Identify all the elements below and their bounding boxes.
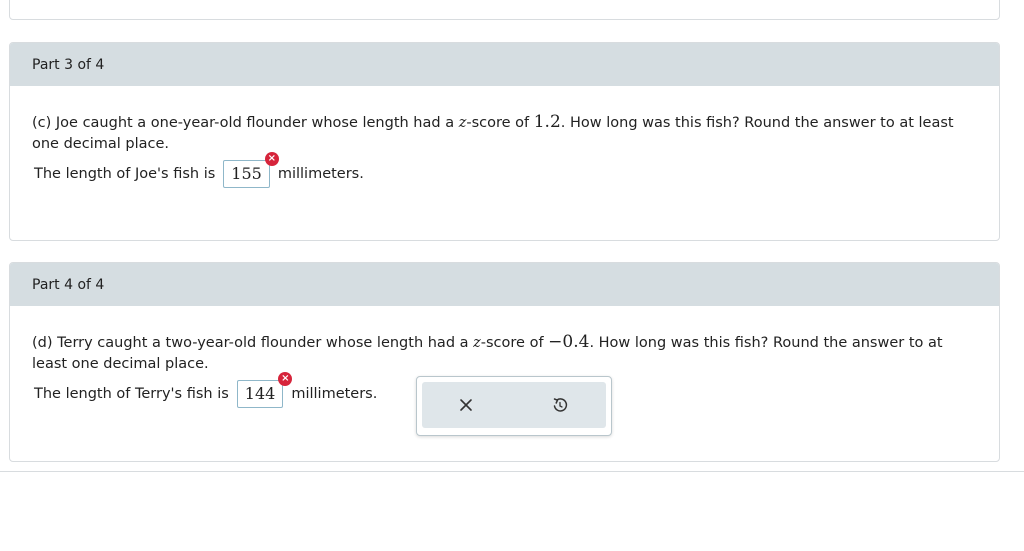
part3-z-value: 1.2 bbox=[533, 112, 561, 132]
previous-part-card bbox=[9, 0, 1000, 20]
part3-question: (c) Joe caught a one-year-old flounder w… bbox=[32, 112, 962, 155]
part3-answer-row: The length of Joe's fish is 155 × millim… bbox=[34, 152, 364, 188]
part4-answer-row: The length of Terry's fish is 144 × mill… bbox=[34, 372, 378, 408]
reset-button[interactable] bbox=[530, 382, 590, 428]
divider bbox=[0, 471, 1024, 472]
part4-answer-value: 144 bbox=[244, 384, 276, 403]
part4-question-mid: -score of bbox=[480, 335, 549, 351]
undo-icon bbox=[553, 398, 568, 412]
part3-header: Part 3 of 4 bbox=[10, 43, 999, 86]
part4-z-value: −0.4 bbox=[548, 332, 590, 352]
part3-answer-suffix: millimeters. bbox=[277, 166, 364, 182]
part4-label: Part 4 of 4 bbox=[32, 277, 105, 293]
part4-answer-input[interactable]: 144 × bbox=[236, 372, 293, 408]
clear-button[interactable] bbox=[436, 382, 496, 428]
part3-answer-input[interactable]: 155 × bbox=[223, 152, 279, 188]
part3-card: Part 3 of 4 (c) Joe caught a one-year-ol… bbox=[9, 42, 1000, 241]
part4-card: Part 4 of 4 (d) Terry caught a two-year-… bbox=[9, 262, 1000, 462]
part3-question-prefix: (c) Joe caught a one-year-old flounder w… bbox=[32, 115, 459, 131]
answer-toolbox bbox=[416, 376, 612, 436]
part3-question-mid: -score of bbox=[466, 115, 534, 131]
incorrect-x-icon: × bbox=[264, 152, 279, 166]
part3-answer-prefix: The length of Joe's fish is bbox=[34, 166, 216, 182]
part4-answer-prefix: The length of Terry's fish is bbox=[34, 386, 229, 402]
toolbox-button-bar bbox=[422, 382, 606, 428]
part4-z-variable: z bbox=[473, 335, 481, 351]
part3-label: Part 3 of 4 bbox=[32, 57, 105, 73]
part4-question: (d) Terry caught a two-year-old flounder… bbox=[32, 332, 962, 375]
close-icon bbox=[460, 399, 472, 411]
part4-question-prefix: (d) Terry caught a two-year-old flounder… bbox=[32, 335, 474, 351]
part3-answer-value: 155 bbox=[231, 164, 262, 183]
part4-header: Part 4 of 4 bbox=[10, 263, 999, 306]
part4-answer-suffix: millimeters. bbox=[291, 386, 378, 402]
incorrect-x-icon: × bbox=[278, 372, 293, 386]
